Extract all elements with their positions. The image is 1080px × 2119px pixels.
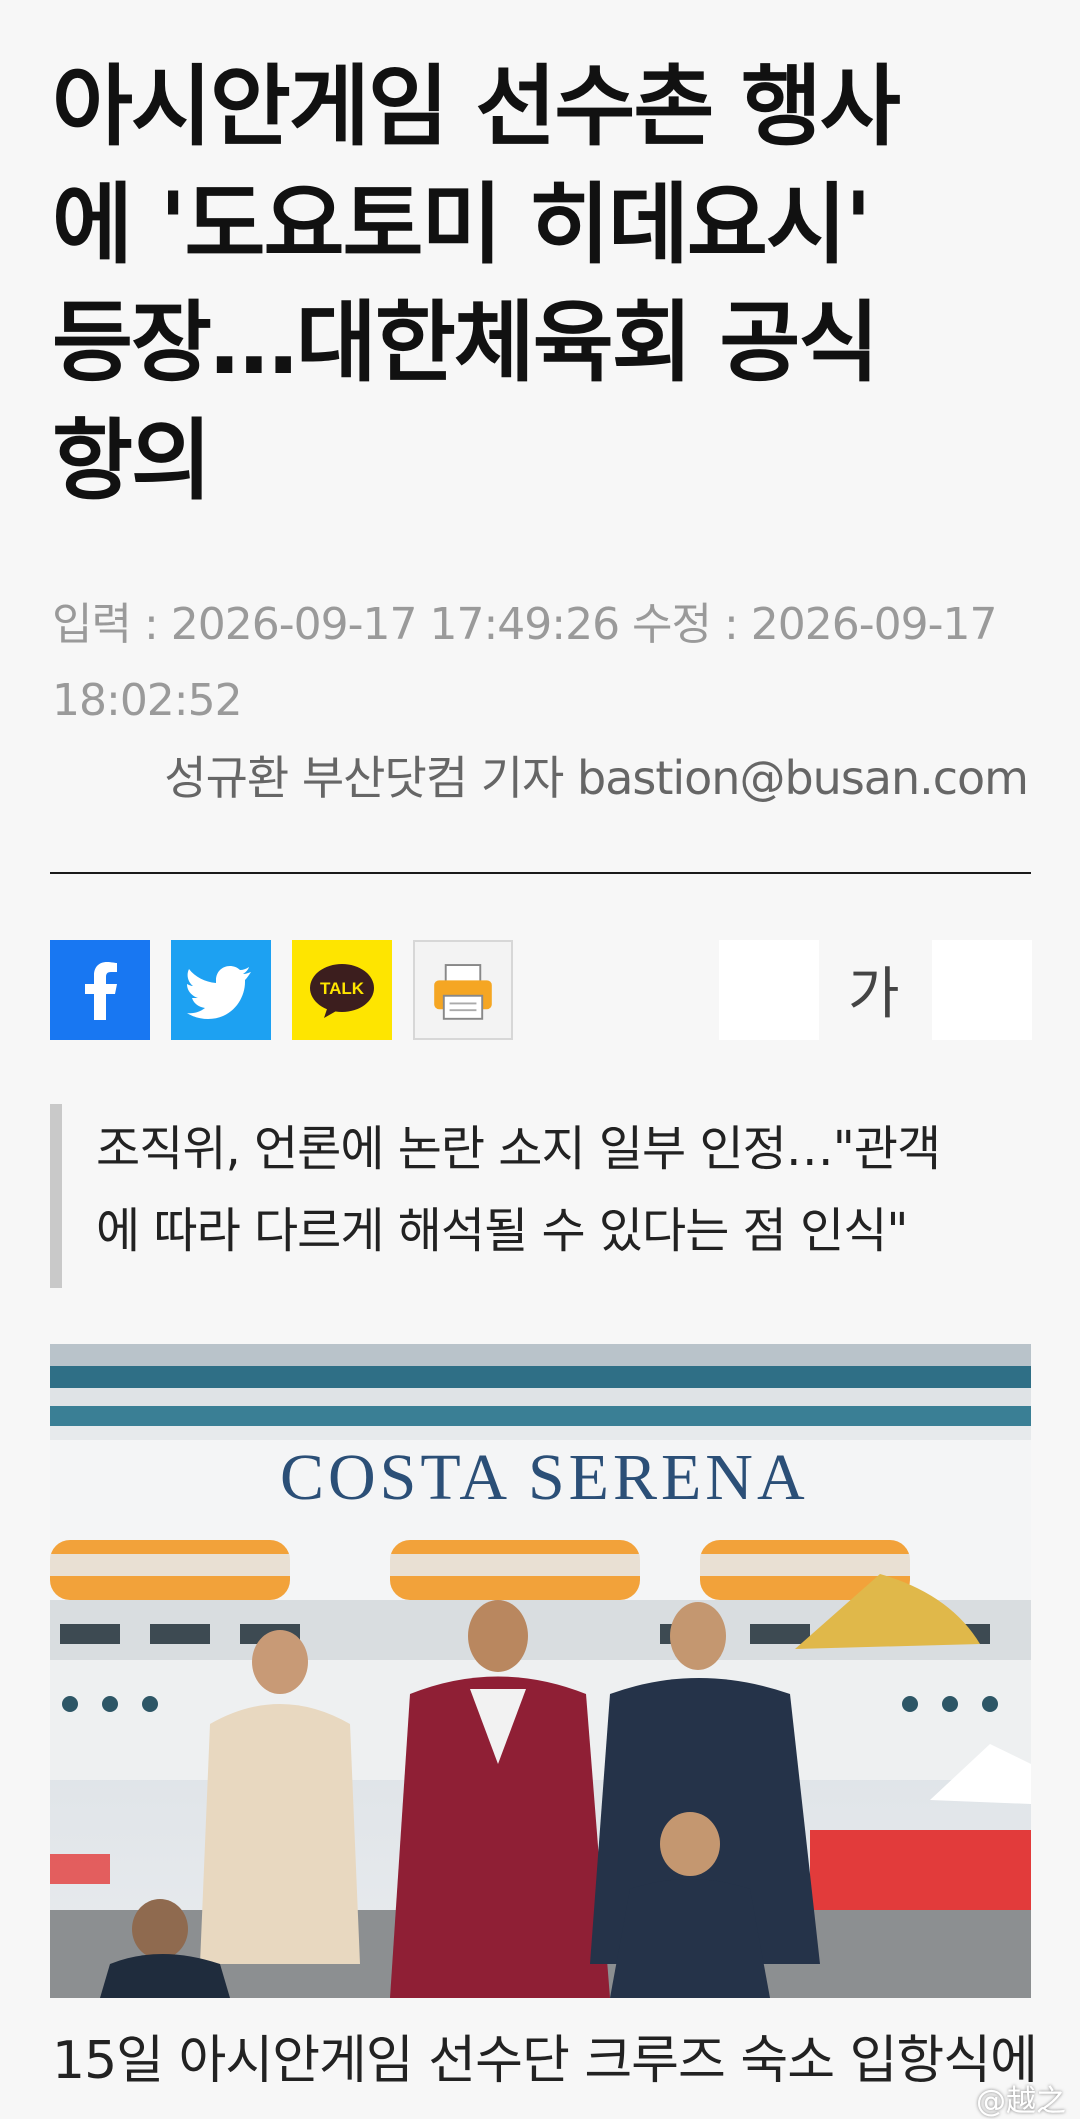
article-photo: COSTA SERENA — [50, 1344, 1031, 1998]
headline-line: 등장…대한체육회 공식 — [52, 291, 879, 394]
article-byline: 성규환 부산닷컴 기자 bastion@busan.com — [164, 751, 1029, 805]
font-size-label: 가 — [848, 962, 900, 1027]
ship-name-text: COSTA SERENA — [280, 1441, 809, 1514]
headline-line: 아시안게임 선수촌 행사 — [52, 55, 901, 158]
headline-line: 에 '도요토미 히데요시' — [52, 173, 872, 276]
timestamp-line: 18:02:52 — [52, 675, 243, 726]
cruise-ship-photo: COSTA SERENA — [50, 1344, 1031, 1998]
article-timestamps: 입력 : 2026-09-17 17:49:26 수정 : 2026-09-17… — [52, 587, 1052, 739]
timestamp-line: 입력 : 2026-09-17 17:49:26 수정 : 2026-09-17 — [52, 599, 998, 650]
article-page: 아시안게임 선수촌 행사 에 '도요토미 히데요시' 등장…대한체육회 공식 항… — [0, 0, 1080, 2119]
photo-caption: 15일 아시안게임 선수단 크루즈 숙소 입항식에 — [52, 2031, 1038, 2091]
article-headline: 아시안게임 선수촌 행사 에 '도요토미 히데요시' 등장…대한체육회 공식 항… — [52, 48, 1042, 520]
twitter-icon — [187, 966, 251, 1019]
article-summary: 조직위, 언론에 논란 소지 일부 인정…"관객 에 따라 다르게 해석될 수 … — [50, 1104, 1040, 1288]
summary-line: 조직위, 언론에 논란 소지 일부 인정…"관객 — [96, 1121, 941, 1177]
facebook-icon — [85, 962, 117, 1020]
kakaotalk-label: TALK — [319, 979, 365, 998]
font-decrease-button[interactable] — [719, 940, 819, 1040]
printer-icon — [434, 964, 492, 1020]
summary-line: 에 따라 다르게 해석될 수 있다는 점 인식" — [96, 1203, 908, 1259]
facebook-share-button[interactable] — [50, 940, 150, 1040]
divider — [50, 872, 1031, 874]
print-button[interactable] — [413, 940, 513, 1040]
kakaotalk-share-button[interactable]: TALK — [292, 940, 392, 1040]
font-increase-button[interactable] — [932, 940, 1032, 1040]
twitter-share-button[interactable] — [171, 940, 271, 1040]
weibo-watermark: @越之 — [976, 2084, 1066, 2119]
headline-line: 항의 — [52, 409, 212, 512]
